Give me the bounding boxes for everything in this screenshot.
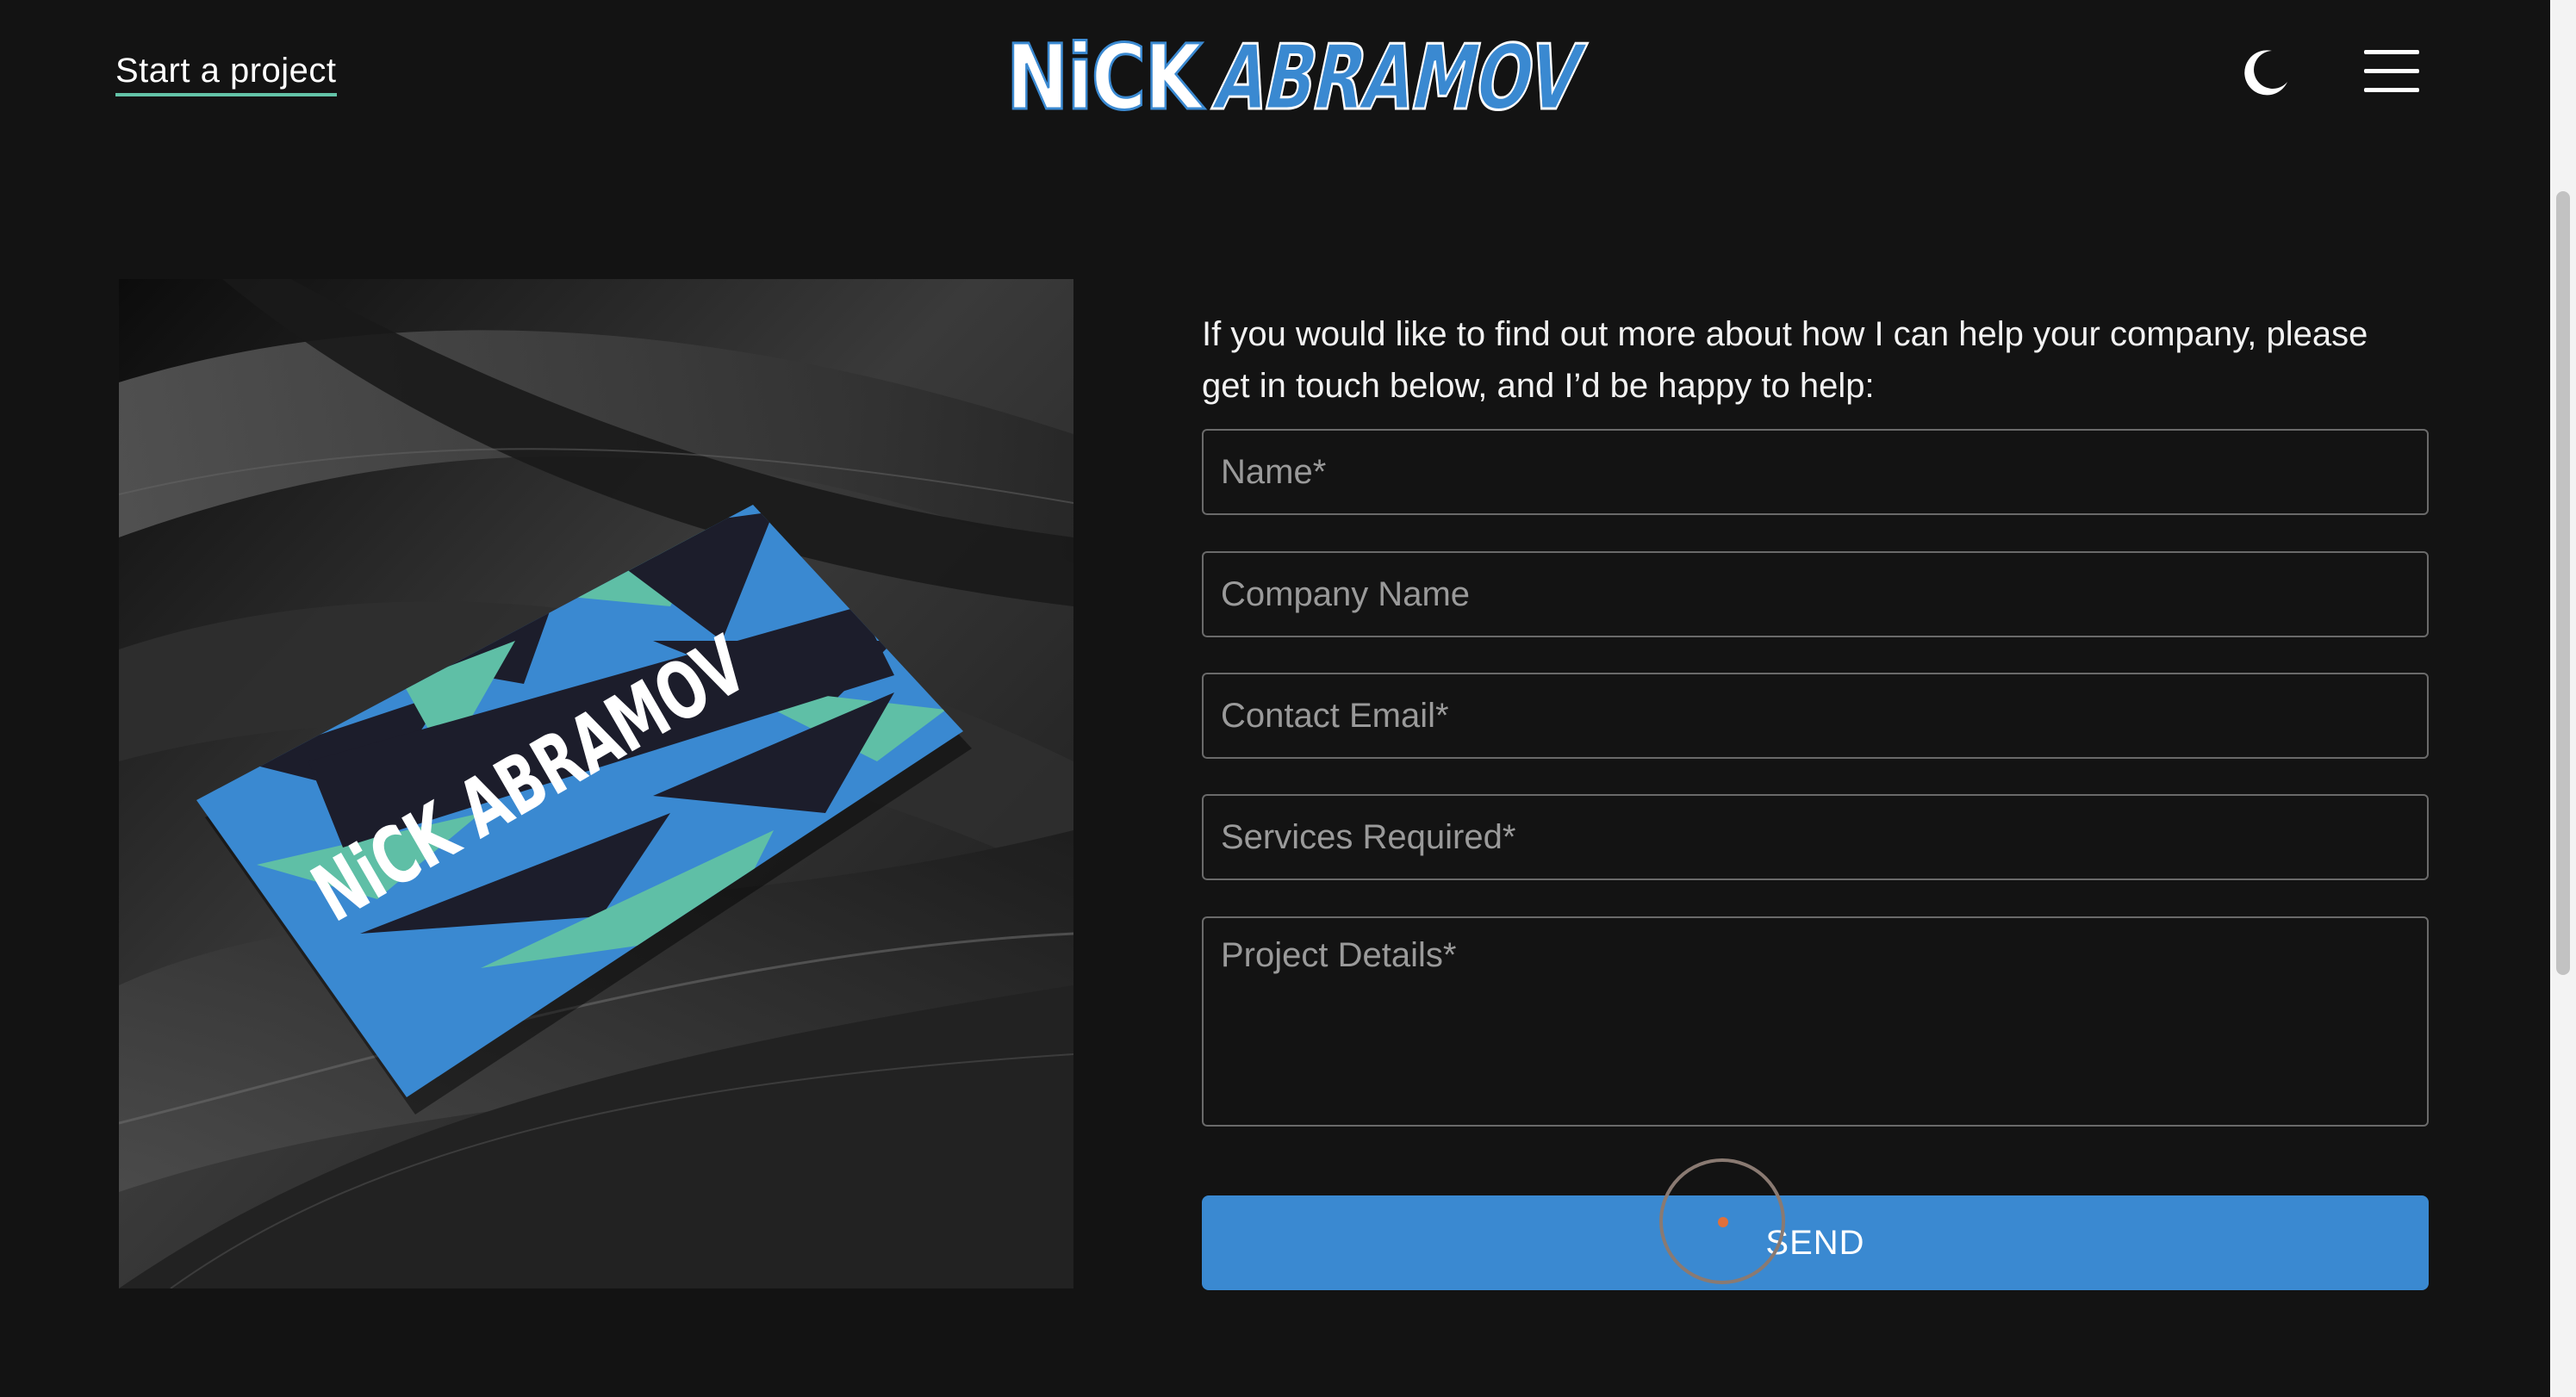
- company-name-field[interactable]: [1202, 551, 2429, 637]
- contact-email-field[interactable]: [1202, 673, 2429, 759]
- business-card-photo: NiCK ABRAMOV: [119, 279, 1073, 1288]
- services-required-field[interactable]: [1202, 794, 2429, 880]
- start-project-link[interactable]: Start a project: [115, 48, 337, 96]
- hamburger-menu-icon[interactable]: [2364, 48, 2419, 93]
- send-button[interactable]: SEND: [1202, 1195, 2429, 1290]
- logo-last-name: ABRAMOV: [1206, 26, 1590, 117]
- moon-icon[interactable]: [2243, 47, 2291, 96]
- project-details-field[interactable]: [1202, 916, 2429, 1127]
- site-logo[interactable]: NiCK ABRAMOV: [1005, 24, 1593, 132]
- scrollbar-thumb[interactable]: [2556, 191, 2570, 975]
- page: Start a project NiCK ABRAMOV NiCK ABRAMO…: [0, 0, 2550, 1397]
- name-field[interactable]: [1202, 429, 2429, 515]
- logo-graphic: NiCK ABRAMOV: [1005, 24, 1593, 132]
- logo-first-name: NiCK: [1006, 26, 1204, 117]
- intro-text: If you would like to find out more about…: [1202, 315, 2368, 405]
